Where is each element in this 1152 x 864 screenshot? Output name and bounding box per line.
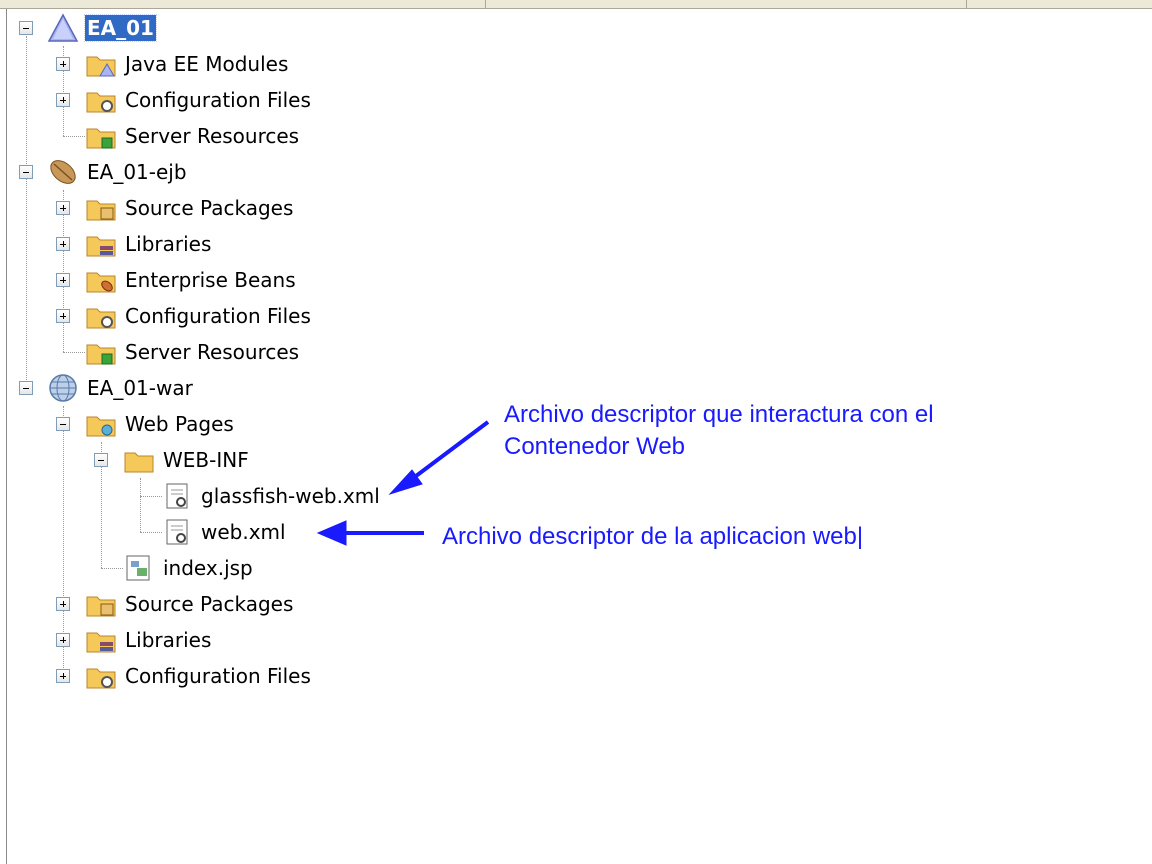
arrow-to-glassfish (388, 420, 490, 496)
arrow-to-web-xml (316, 520, 424, 546)
annotation-arrows (316, 420, 490, 546)
